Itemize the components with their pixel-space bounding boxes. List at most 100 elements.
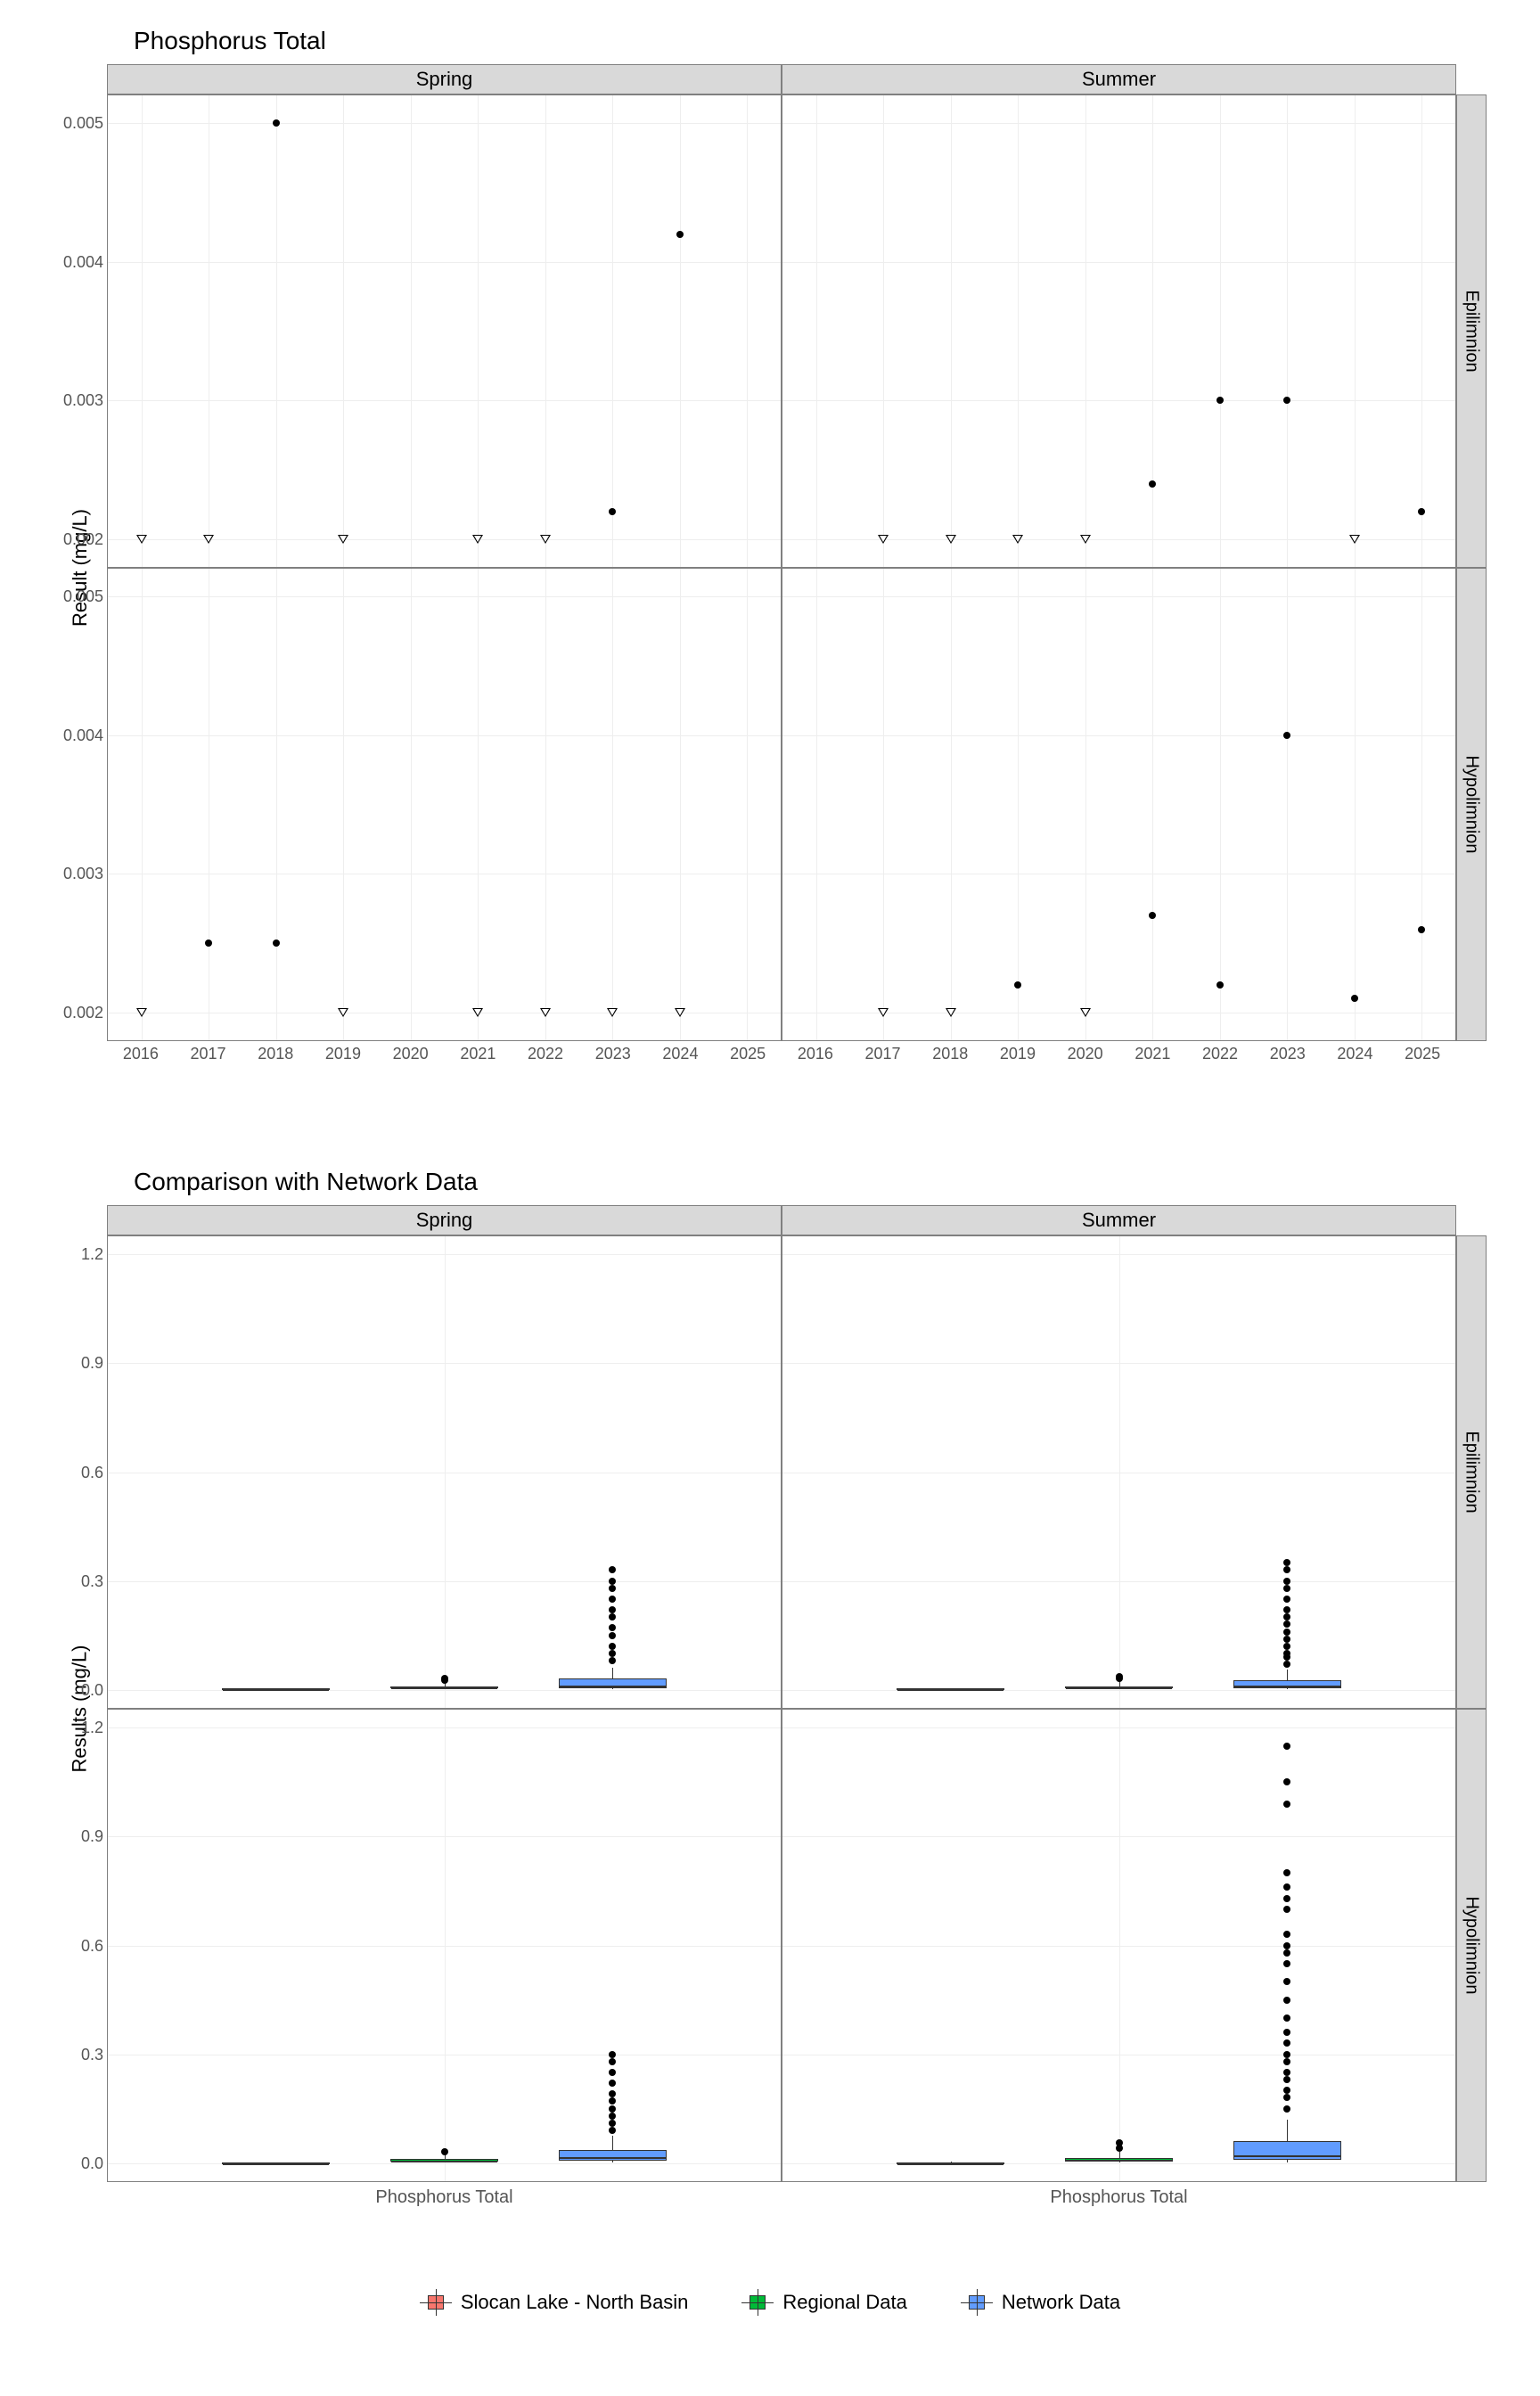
chart2-ylabel: Results (mg/L): [53, 1235, 107, 2182]
outlier-marker: [1283, 2105, 1290, 2113]
chart1-rowstrip-hypo: Hypolimnion: [1456, 568, 1487, 1041]
chart2-title: Comparison with Network Data: [134, 1168, 1487, 1196]
nondetect-marker: [540, 1008, 551, 1017]
nondetect-marker: [946, 1008, 956, 1017]
detect-marker: [205, 940, 212, 947]
chart1-rowstrip-epi: Epilimnion: [1456, 94, 1487, 568]
boxplot-box: [1233, 2141, 1341, 2160]
detect-marker: [609, 508, 616, 515]
outlier-marker: [609, 2120, 616, 2127]
outlier-marker: [609, 1650, 616, 1657]
outlier-marker: [1283, 1606, 1290, 1613]
detect-marker: [1418, 508, 1425, 515]
outlier-marker: [609, 2097, 616, 2105]
chart1-panel-summer-hypo: [782, 568, 1456, 1041]
outlier-marker: [1283, 1778, 1290, 1785]
chart-comparison-network: Comparison with Network Data Results (mg…: [53, 1168, 1487, 2237]
outlier-marker: [1283, 1997, 1290, 2004]
chart1-panel-spring-hypo: 0.0020.0030.0040.005: [107, 568, 782, 1041]
outlier-marker: [1283, 2069, 1290, 2076]
chart2-colstrip-spring: Spring: [107, 1205, 782, 1235]
outlier-marker: [1283, 1578, 1290, 1585]
nondetect-marker: [878, 535, 889, 544]
outlier-marker: [609, 1596, 616, 1603]
legend-item: Slocan Lake - North Basin: [420, 2291, 689, 2314]
outlier-marker: [609, 2051, 616, 2058]
chart1-colstrip-summer: Summer: [782, 64, 1456, 94]
boxplot-box: [1065, 1686, 1173, 1689]
outlier-marker: [1283, 1566, 1290, 1573]
nondetect-marker: [203, 535, 214, 544]
outlier-marker: [1283, 2029, 1290, 2036]
outlier-marker: [1283, 2076, 1290, 2083]
outlier-marker: [609, 2113, 616, 2120]
detect-marker: [1014, 981, 1021, 989]
chart1-title: Phosphorus Total: [134, 27, 1487, 55]
detect-marker: [1418, 926, 1425, 933]
outlier-marker: [1283, 1613, 1290, 1621]
outlier-marker: [609, 1578, 616, 1585]
detect-marker: [273, 119, 280, 127]
outlier-marker: [1283, 1869, 1290, 1876]
outlier-marker: [1283, 2014, 1290, 2022]
detect-marker: [1216, 397, 1224, 404]
boxplot-box: [390, 2159, 498, 2162]
outlier-marker: [441, 1675, 448, 1682]
nondetect-marker: [946, 535, 956, 544]
detect-marker: [1216, 981, 1224, 989]
outlier-marker: [1116, 1673, 1123, 1680]
outlier-marker: [1283, 1960, 1290, 1967]
outlier-marker: [1283, 1906, 1290, 1913]
outlier-marker: [609, 1624, 616, 1631]
outlier-marker: [609, 2080, 616, 2087]
legend-label: Regional Data: [782, 2291, 906, 2314]
chart2-panel-summer-hypo: [782, 1709, 1456, 2182]
nondetect-marker: [1012, 535, 1023, 544]
outlier-marker: [1283, 1585, 1290, 1592]
nondetect-marker: [338, 535, 348, 544]
boxplot-box: [897, 2162, 1004, 2164]
outlier-marker: [609, 2069, 616, 2076]
nondetect-marker: [472, 535, 483, 544]
boxplot-box: [559, 1678, 667, 1687]
outlier-marker: [609, 2090, 616, 2097]
boxplot-box: [1065, 2158, 1173, 2162]
outlier-marker: [1283, 1559, 1290, 1566]
outlier-marker: [609, 1632, 616, 1639]
outlier-marker: [609, 1566, 616, 1573]
nondetect-marker: [1349, 535, 1360, 544]
legend-item: Regional Data: [741, 2291, 906, 2314]
boxplot-box: [390, 1686, 498, 1689]
nondetect-marker: [878, 1008, 889, 1017]
outlier-marker: [1283, 1621, 1290, 1628]
outlier-marker: [1116, 2139, 1123, 2146]
outlier-marker: [609, 2127, 616, 2134]
chart2-panel-summer-epi: [782, 1235, 1456, 1709]
nondetect-marker: [472, 1008, 483, 1017]
nondetect-marker: [540, 535, 551, 544]
detect-marker: [676, 231, 684, 238]
outlier-marker: [1283, 1895, 1290, 1902]
outlier-marker: [1283, 1942, 1290, 1949]
outlier-marker: [1283, 2058, 1290, 2065]
outlier-marker: [1283, 1949, 1290, 1957]
legend-item: Network Data: [961, 2291, 1120, 2314]
nondetect-marker: [675, 1008, 685, 1017]
legend-label: Slocan Lake - North Basin: [461, 2291, 689, 2314]
outlier-marker: [609, 1585, 616, 1592]
chart2-rowstrip-epi: Epilimnion: [1456, 1235, 1487, 1709]
detect-marker: [273, 940, 280, 947]
boxplot-box: [222, 1688, 330, 1690]
outlier-marker: [1283, 1743, 1290, 1750]
outlier-marker: [1283, 2051, 1290, 2058]
legend: Slocan Lake - North Basin Regional Data Ne…: [53, 2291, 1487, 2314]
nondetect-marker: [1080, 1008, 1091, 1017]
detect-marker: [1149, 912, 1156, 919]
outlier-marker: [1283, 2039, 1290, 2047]
outlier-marker: [1283, 2087, 1290, 2094]
detect-marker: [1283, 732, 1290, 739]
legend-label: Network Data: [1002, 2291, 1120, 2314]
nondetect-marker: [136, 535, 147, 544]
boxplot-box: [1233, 1680, 1341, 1687]
outlier-marker: [609, 2058, 616, 2065]
